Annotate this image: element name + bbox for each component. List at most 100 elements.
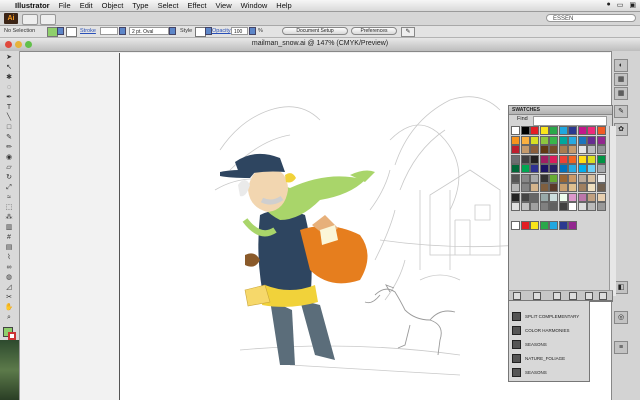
swatch-chip[interactable]: [511, 145, 520, 154]
swatch-chip[interactable]: [511, 164, 520, 173]
swatch-chip[interactable]: [520, 183, 530, 192]
live-paint-icon[interactable]: ◍: [3, 273, 15, 282]
swatch-chip[interactable]: [587, 145, 596, 154]
stroke-label[interactable]: Stroke: [80, 27, 96, 36]
swatch-chip[interactable]: [549, 192, 558, 202]
zoom-icon[interactable]: ⌕: [3, 313, 15, 322]
swatch-chip[interactable]: [558, 173, 568, 183]
menu-window[interactable]: Window: [241, 1, 268, 10]
swatch-chip[interactable]: [568, 154, 577, 164]
app-menu[interactable]: Illustrator: [15, 1, 50, 10]
swatch-chip[interactable]: [511, 135, 520, 145]
swatch-chip[interactable]: [596, 173, 606, 183]
swatch-chip[interactable]: [596, 192, 606, 202]
style-dropdown-icon[interactable]: [205, 27, 212, 35]
swatches-panel-icon[interactable]: ▦: [614, 87, 628, 100]
stroke-weight-field[interactable]: [100, 27, 118, 35]
swatch-group-chip[interactable]: [539, 221, 549, 230]
swatch-chip[interactable]: [558, 154, 568, 164]
swatch-chip[interactable]: [511, 183, 520, 192]
swatch-chip[interactable]: [539, 145, 549, 154]
swatch-chip[interactable]: [568, 126, 577, 135]
color-guide-icon[interactable]: ▦: [614, 73, 628, 86]
swatch-chip[interactable]: [577, 183, 587, 192]
menu-view[interactable]: View: [215, 1, 231, 10]
selection-icon[interactable]: ➤: [3, 53, 15, 62]
swatch-chip[interactable]: [568, 145, 577, 154]
status-record-icon[interactable]: ●: [607, 1, 611, 9]
eyedropper-icon[interactable]: ⌇: [3, 253, 15, 262]
swatch-chip[interactable]: [558, 126, 568, 135]
scissors-icon[interactable]: ✂: [3, 293, 15, 302]
opacity-label[interactable]: Opacity: [212, 27, 231, 36]
opacity-dropdown-icon[interactable]: [249, 27, 256, 35]
swatch-chip[interactable]: [577, 202, 587, 211]
swatch-chip[interactable]: [596, 183, 606, 192]
swatch-chip[interactable]: [520, 173, 530, 183]
swatch-chip[interactable]: [577, 154, 587, 164]
swatch-group-chip[interactable]: [568, 221, 577, 230]
swatch-chip[interactable]: [520, 164, 530, 173]
swatch-chip[interactable]: [568, 202, 577, 211]
swatch-chip[interactable]: [511, 202, 520, 211]
swatch-chip[interactable]: [539, 154, 549, 164]
mesh-icon[interactable]: #: [3, 233, 15, 242]
swatch-chip[interactable]: [511, 192, 520, 202]
swatch-chip[interactable]: [596, 135, 606, 145]
swatch-chip[interactable]: [596, 202, 606, 211]
swatch-group-chip[interactable]: [511, 221, 520, 230]
swatch-chip[interactable]: [577, 126, 587, 135]
symbols-panel-icon[interactable]: ✿: [614, 123, 628, 136]
menu-select[interactable]: Select: [158, 1, 179, 10]
swatch-chip[interactable]: [596, 154, 606, 164]
swatch-chip[interactable]: [587, 154, 596, 164]
menu-effect[interactable]: Effect: [187, 1, 206, 10]
paintbrush-icon[interactable]: ✎: [3, 133, 15, 142]
swatch-chip[interactable]: [530, 173, 539, 183]
swatch-chip[interactable]: [558, 183, 568, 192]
menu-type[interactable]: Type: [132, 1, 148, 10]
eraser-icon[interactable]: ▱: [3, 163, 15, 172]
swatch-chip[interactable]: [587, 202, 596, 211]
swatch-chip[interactable]: [539, 183, 549, 192]
preferences-button[interactable]: Preferences: [351, 27, 397, 35]
warp-icon[interactable]: ≈: [3, 193, 15, 202]
show-swatch-kinds-icon[interactable]: [533, 292, 541, 300]
appearance-panel-icon[interactable]: ◎: [614, 311, 628, 324]
arrange-documents-button[interactable]: [40, 14, 56, 25]
new-color-group-icon[interactable]: [569, 292, 577, 300]
stroke-color-icon[interactable]: [8, 332, 16, 340]
swatch-chip[interactable]: [511, 126, 520, 135]
swatch-chip[interactable]: [539, 126, 549, 135]
swatch-chip[interactable]: [530, 202, 539, 211]
swatch-chip[interactable]: [568, 183, 577, 192]
graph-icon[interactable]: ▥: [3, 223, 15, 232]
swatch-chip[interactable]: [530, 154, 539, 164]
blend-icon[interactable]: ∞: [3, 263, 15, 272]
swatch-chip[interactable]: [577, 135, 587, 145]
swatch-chip[interactable]: [587, 173, 596, 183]
swatch-chip[interactable]: [568, 192, 577, 202]
free-transform-icon[interactable]: ⬚: [3, 203, 15, 212]
workspace-switcher[interactable]: ESSEN: [546, 14, 636, 22]
swatch-chip[interactable]: [587, 183, 596, 192]
select-similar-icon[interactable]: ✎: [401, 27, 415, 37]
slice-icon[interactable]: ◿: [3, 283, 15, 292]
direct-selection-icon[interactable]: ↖: [3, 63, 15, 72]
swatch-chip[interactable]: [558, 145, 568, 154]
menu-object[interactable]: Object: [102, 1, 124, 10]
hand-icon[interactable]: ✋: [3, 303, 15, 312]
swatch-chip[interactable]: [520, 126, 530, 135]
harmony-item[interactable]: COLOR HARMONIES: [512, 325, 570, 336]
status-menu-icon[interactable]: ▣: [629, 1, 636, 9]
find-input[interactable]: [533, 116, 607, 126]
new-swatch-icon[interactable]: [585, 292, 593, 300]
swatch-chip[interactable]: [549, 145, 558, 154]
pencil-icon[interactable]: ✏: [3, 143, 15, 152]
swatch-group-chip[interactable]: [520, 221, 530, 230]
rotate-icon[interactable]: ↻: [3, 173, 15, 182]
transparency-panel-icon[interactable]: ◧: [614, 281, 628, 294]
line-icon[interactable]: ╲: [3, 113, 15, 122]
opacity-field[interactable]: 100: [231, 27, 248, 35]
swatch-chip[interactable]: [530, 145, 539, 154]
